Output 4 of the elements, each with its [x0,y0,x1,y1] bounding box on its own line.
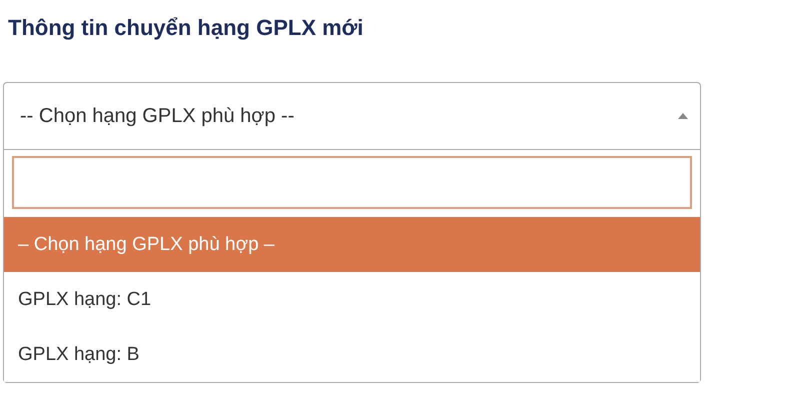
caret-icon [678,113,688,119]
search-field[interactable] [12,156,692,209]
class-select[interactable]: -- Chọn hạng GPLX phù hợp -- [3,82,701,150]
form-heading: Thông tin chuyển hạng GPLX mới [8,14,364,42]
